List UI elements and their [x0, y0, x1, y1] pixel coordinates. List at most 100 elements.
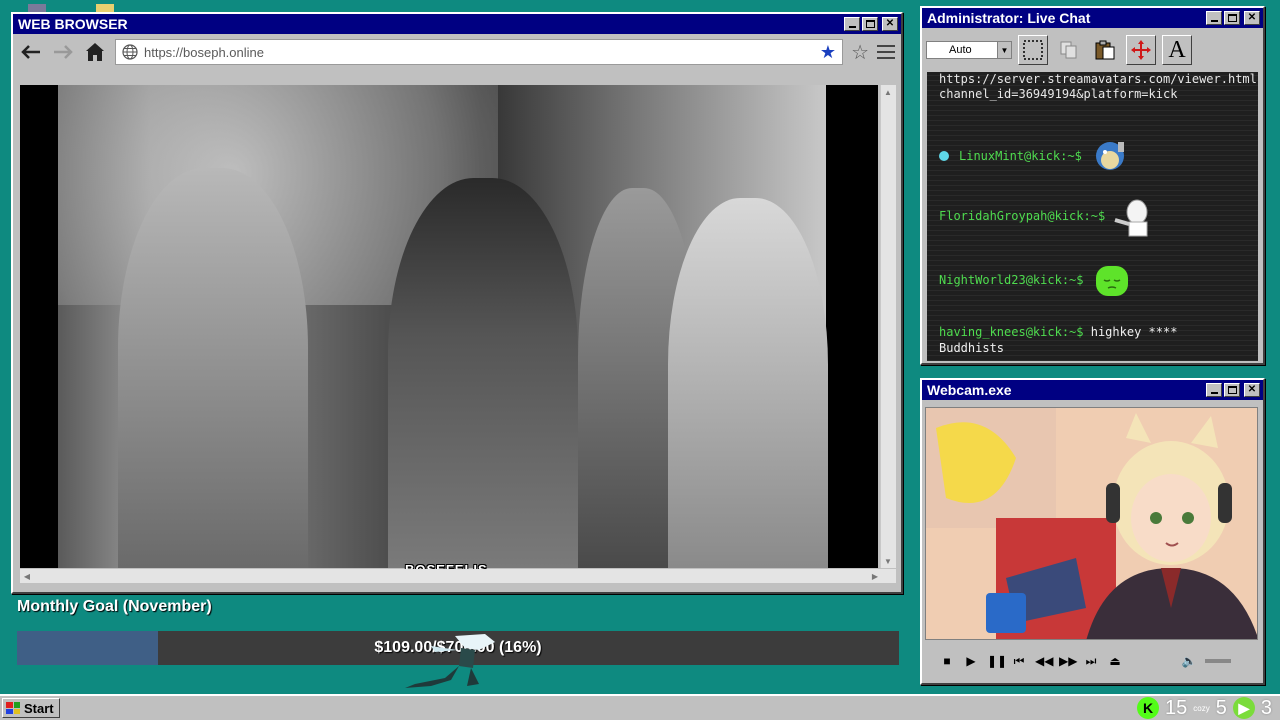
scroll-right-icon[interactable]: ▶	[868, 569, 882, 583]
bookmarked-star-icon[interactable]: ★	[820, 42, 836, 63]
move-button[interactable]	[1126, 35, 1156, 65]
pause-icon[interactable]: ❚❚	[987, 654, 1007, 668]
font-button[interactable]: A	[1162, 35, 1192, 65]
maximize-icon	[1227, 386, 1237, 394]
close-button[interactable]: ✕	[1244, 383, 1260, 397]
maximize-button[interactable]	[862, 17, 878, 31]
anime-avatar-image	[926, 408, 1257, 639]
system-tray: K 15 cozy 5 ▶ 3	[1137, 696, 1272, 720]
minimize-button[interactable]	[1206, 383, 1222, 397]
scroll-left-icon[interactable]: ◀	[20, 569, 34, 583]
copy-icon	[1060, 41, 1077, 59]
start-label: Start	[24, 700, 54, 716]
wojak-emote-icon	[1114, 199, 1148, 237]
minimize-icon	[1210, 392, 1218, 394]
maximize-icon	[1227, 14, 1237, 22]
chevron-down-icon[interactable]: ▼	[997, 42, 1011, 58]
play-icon[interactable]: ▶	[963, 654, 979, 668]
close-button[interactable]: ✕	[882, 17, 898, 31]
bookmark-star-icon[interactable]: ☆	[851, 40, 869, 65]
select-tool-button[interactable]	[1018, 35, 1048, 65]
chat-messages[interactable]: https://server.streamavatars.com/viewer.…	[927, 72, 1258, 361]
forward-button[interactable]	[51, 40, 75, 64]
webcam-feed	[925, 407, 1258, 640]
tray-count: 15	[1165, 696, 1188, 719]
chat-message: having_knees@kick:~$ highkey **** Buddhi…	[939, 324, 1239, 356]
font-size-value: Auto	[949, 44, 972, 56]
chat-username: FloridahGroypah@kick:~$	[939, 209, 1106, 223]
minimize-icon	[848, 26, 856, 28]
cozy-logo: cozy	[1193, 703, 1210, 713]
menu-icon[interactable]	[877, 45, 895, 59]
webcam-title: Webcam.exe	[927, 382, 1012, 398]
home-icon	[86, 43, 104, 61]
goal-title: Monthly Goal (November)	[17, 598, 212, 615]
chat-title: Administrator: Live Chat	[927, 10, 1091, 26]
minimize-button[interactable]	[844, 17, 860, 31]
browser-title: WEB BROWSER	[18, 16, 128, 32]
volume-icon[interactable]: 🔈	[1181, 654, 1197, 668]
chat-window: Administrator: Live Chat ✕ Auto ▼ A http…	[920, 6, 1265, 365]
vertical-scrollbar[interactable]: ▲ ▼	[880, 85, 896, 568]
horizontal-scrollbar[interactable]: ◀ ▶	[20, 569, 896, 583]
scroll-down-icon[interactable]: ▼	[881, 554, 895, 568]
chat-message: LinuxMint@kick:~$	[939, 134, 1132, 178]
skip-forward-icon[interactable]: ⏭	[1083, 654, 1099, 669]
paste-button[interactable]	[1090, 35, 1120, 65]
globe-icon	[122, 44, 138, 60]
scroll-up-icon[interactable]: ▲	[881, 85, 895, 99]
eject-icon[interactable]: ⏏	[1107, 654, 1123, 668]
font-a-icon: A	[1168, 36, 1186, 63]
skip-back-icon[interactable]: ⏮	[1011, 654, 1027, 669]
stop-icon[interactable]: ■	[939, 654, 955, 668]
video-frame-image	[58, 85, 828, 568]
forward-arrow-icon	[54, 45, 73, 59]
webcam-titlebar[interactable]: Webcam.exe ✕	[922, 380, 1263, 400]
url-text: https://boseph.online	[144, 44, 264, 60]
browser-titlebar[interactable]: WEB BROWSER ✕	[13, 14, 901, 34]
maximize-button[interactable]	[1224, 383, 1240, 397]
minimize-button[interactable]	[1206, 11, 1222, 25]
chat-username: having_knees@kick:~$	[939, 325, 1084, 339]
maximize-button[interactable]	[1224, 11, 1240, 25]
chat-url-line: https://server.streamavatars.com/viewer.…	[939, 72, 1258, 101]
close-button[interactable]: ✕	[1244, 11, 1260, 25]
browser-window: WEB BROWSER ✕ https://boseph.online ★ ☆	[11, 12, 903, 594]
chat-username: NightWorld23@kick:~$	[939, 273, 1084, 287]
kick-logo-icon[interactable]: K	[1137, 697, 1160, 719]
fast-forward-icon[interactable]: ▶▶	[1059, 654, 1077, 668]
minimize-icon	[1210, 20, 1218, 22]
address-bar[interactable]: https://boseph.online ★	[115, 39, 844, 65]
webcam-window: Webcam.exe ✕ ■ ▶ ❚❚ ⏮ ◀◀ ▶▶ ⏭ ⏏ 🔈	[920, 378, 1265, 685]
marquee-select-icon	[1023, 40, 1043, 60]
copy-button[interactable]	[1054, 35, 1084, 65]
chat-titlebar[interactable]: Administrator: Live Chat ✕	[922, 8, 1263, 28]
chat-message: NightWorld23@kick:~$	[939, 258, 1134, 302]
chat-message: FloridahGroypah@kick:~$	[939, 194, 1155, 238]
chat-username: LinuxMint@kick:~$	[959, 149, 1082, 163]
rewind-icon[interactable]: ◀◀	[1035, 654, 1053, 668]
start-button[interactable]: Start	[2, 698, 60, 718]
volume-slider[interactable]	[1205, 659, 1231, 663]
browser-navbar: https://boseph.online ★ ☆	[13, 34, 901, 70]
close-icon: ✕	[1247, 384, 1257, 395]
close-icon: ✕	[1247, 12, 1257, 23]
close-icon: ✕	[885, 18, 895, 29]
blastoise-emote-icon	[1095, 142, 1124, 170]
running-character-sprite	[405, 634, 495, 688]
video-viewport[interactable]	[20, 85, 878, 568]
paste-icon	[1095, 40, 1115, 60]
home-button[interactable]	[83, 40, 107, 64]
taskbar: Start K 15 cozy 5 ▶ 3	[0, 694, 1280, 720]
move-arrows-icon	[1131, 40, 1151, 60]
chat-toolbar: Auto ▼ A	[922, 28, 1263, 72]
windows-logo-icon	[6, 702, 20, 714]
play-circle-icon[interactable]: ▶	[1232, 697, 1255, 719]
font-size-select[interactable]: Auto ▼	[926, 41, 1012, 59]
back-arrow-icon	[21, 45, 40, 59]
green-blob-emote-icon	[1095, 266, 1128, 296]
tray-count: 5	[1215, 696, 1227, 719]
back-button[interactable]	[19, 40, 43, 64]
maximize-icon	[865, 20, 875, 28]
badge-icon	[939, 151, 949, 161]
